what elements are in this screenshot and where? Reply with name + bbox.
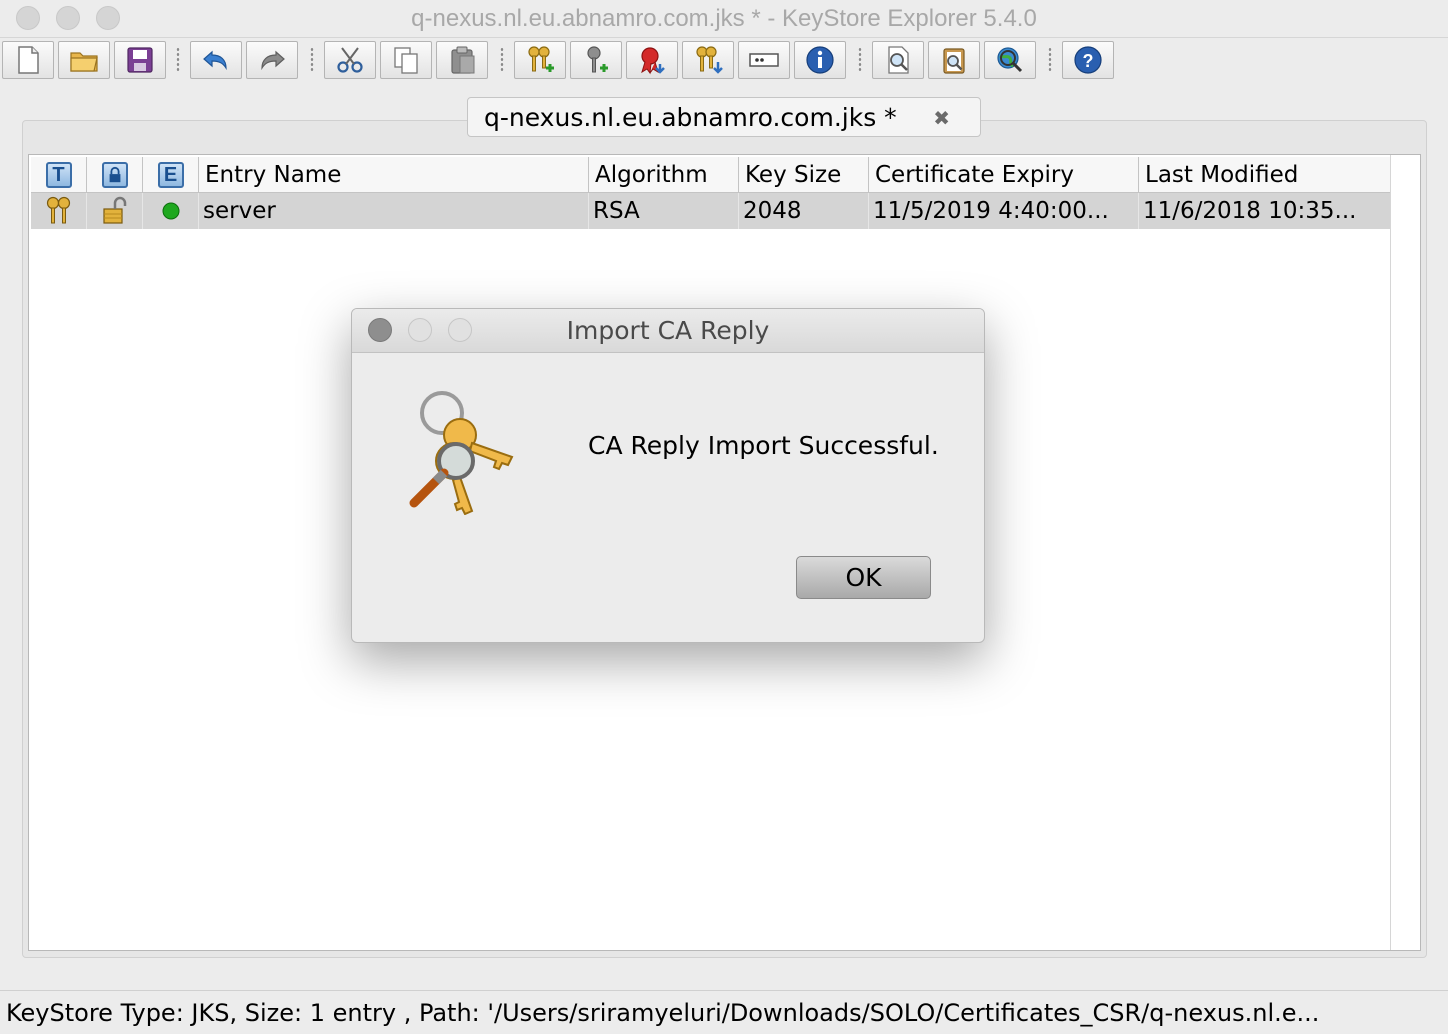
- dialog-title-bar: Import CA Reply: [352, 309, 984, 353]
- help-icon: ?: [1074, 46, 1102, 74]
- column-header-certificate-expiry[interactable]: Certificate Expiry: [869, 157, 1139, 193]
- type-column-icon: T: [45, 162, 72, 188]
- generate-key-pair-button[interactable]: [514, 41, 566, 79]
- certificate-ribbon-icon: [641, 47, 665, 75]
- window-title-bar: q-nexus.nl.eu.abnamro.com.jks * - KeySto…: [0, 0, 1448, 38]
- tab-close-icon[interactable]: ✖: [933, 106, 950, 130]
- toolbar-separator: [858, 47, 862, 73]
- open-folder-icon: [70, 52, 98, 72]
- set-password-button[interactable]: [738, 41, 790, 79]
- scissors-icon: [337, 47, 363, 73]
- window-title: q-nexus.nl.eu.abnamro.com.jks * - KeySto…: [411, 5, 1037, 32]
- svg-text:?: ?: [1083, 51, 1094, 71]
- toolbar-separator: [310, 47, 314, 73]
- column-header-expiry[interactable]: E: [143, 157, 199, 193]
- redo-button[interactable]: [246, 41, 298, 79]
- green-status-icon: [143, 193, 199, 229]
- info-icon: [806, 46, 834, 74]
- save-disk-icon: [127, 47, 153, 73]
- key-pair-icon: [31, 193, 87, 229]
- toolbar-separator: [176, 47, 180, 73]
- unlocked-padlock-icon: [87, 193, 143, 229]
- table-row[interactable]: server RSA 2048 11/5/2019 4:40:00... 11/…: [31, 193, 1391, 229]
- cut-button[interactable]: [324, 41, 376, 79]
- main-toolbar: ?: [0, 39, 1448, 82]
- toolbar-separator: [1048, 47, 1052, 73]
- dialog-message: CA Reply Import Successful.: [588, 431, 939, 460]
- toolbar-separator: [500, 47, 504, 73]
- password-field-icon: [749, 53, 779, 67]
- copy-button[interactable]: [380, 41, 432, 79]
- keystore-tab[interactable]: q-nexus.nl.eu.abnamro.com.jks * ✖: [467, 97, 981, 137]
- column-header-last-modified[interactable]: Last Modified: [1139, 157, 1391, 193]
- examine-clipboard-icon: [943, 48, 965, 74]
- examine-ssl-button[interactable]: [984, 41, 1036, 79]
- expiry-column-icon: E: [157, 162, 184, 188]
- save-keystore-button[interactable]: [114, 41, 166, 79]
- status-bar: KeyStore Type: JKS, Size: 1 entry , Path…: [0, 990, 1448, 1034]
- examine-clipboard-button[interactable]: [928, 41, 980, 79]
- column-header-key-size[interactable]: Key Size: [739, 157, 869, 193]
- import-trusted-certificate-button[interactable]: [626, 41, 678, 79]
- undo-button[interactable]: [190, 41, 242, 79]
- algorithm-cell: RSA: [589, 193, 739, 229]
- vertical-scrollbar-track[interactable]: [1390, 155, 1420, 950]
- column-header-lock[interactable]: [87, 157, 143, 193]
- secret-key-icon: [587, 46, 608, 73]
- import-key-pair-button[interactable]: [682, 41, 734, 79]
- keystore-tab-label: q-nexus.nl.eu.abnamro.com.jks *: [484, 102, 897, 132]
- redo-arrow-icon: [261, 50, 285, 71]
- undo-arrow-icon: [203, 50, 227, 71]
- last-modified-cell: 11/6/2018 10:35...: [1139, 193, 1391, 229]
- examine-file-icon: [888, 46, 909, 74]
- entry-name-cell: server: [199, 193, 589, 229]
- clipboard-icon: [451, 46, 475, 74]
- key-size-cell: 2048: [739, 193, 869, 229]
- column-header-entry-name[interactable]: Entry Name: [199, 157, 589, 193]
- examine-file-button[interactable]: [872, 41, 924, 79]
- keypair-add-icon: [528, 46, 554, 72]
- examine-ssl-globe-icon: [997, 47, 1023, 73]
- ok-button[interactable]: OK: [796, 556, 931, 599]
- paste-button[interactable]: [436, 41, 488, 79]
- open-keystore-button[interactable]: [58, 41, 110, 79]
- generate-secret-key-button[interactable]: [570, 41, 622, 79]
- table-header: T E Entry Name Algorithm Key Size Certif…: [31, 157, 1391, 193]
- new-keystore-button[interactable]: [2, 41, 54, 79]
- keystore-properties-button[interactable]: [794, 41, 846, 79]
- lock-column-icon: [101, 162, 128, 188]
- keypair-import-icon: [696, 46, 723, 74]
- import-ca-reply-dialog: Import CA Reply CA Reply Import Successf…: [351, 308, 985, 643]
- column-header-algorithm[interactable]: Algorithm: [589, 157, 739, 193]
- certificate-expiry-cell: 11/5/2019 4:40:00...: [869, 193, 1139, 229]
- dialog-title: Import CA Reply: [566, 316, 770, 345]
- help-button[interactable]: ?: [1062, 41, 1114, 79]
- copy-icon: [394, 47, 418, 74]
- column-header-type[interactable]: T: [31, 157, 87, 193]
- keys-magnifier-icon: [409, 391, 514, 515]
- new-document-icon: [18, 46, 39, 74]
